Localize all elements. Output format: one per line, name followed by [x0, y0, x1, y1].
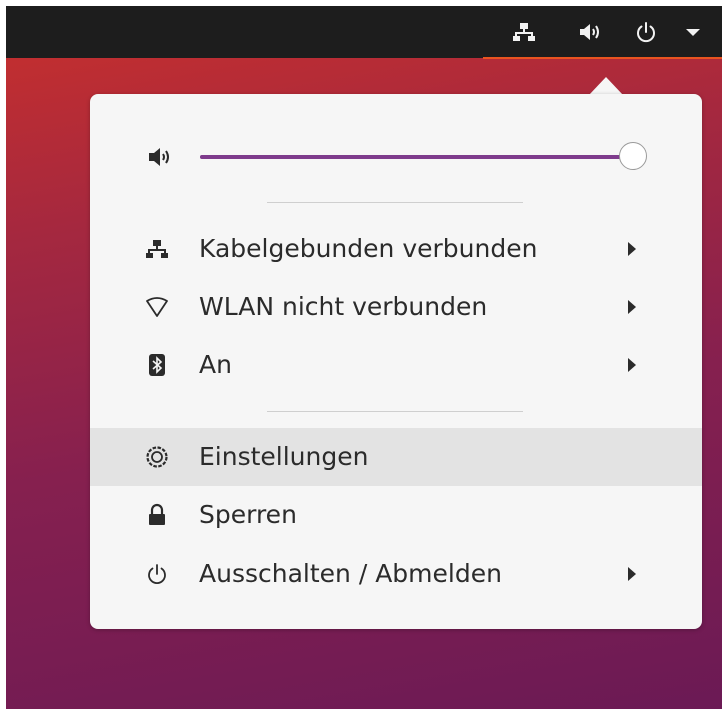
menu-item-power-off-logout[interactable]: Ausschalten / Abmelden [90, 545, 702, 603]
active-indicator [483, 57, 722, 59]
menu-item-wlan[interactable]: WLAN nicht verbunden [90, 278, 702, 336]
menu-item-label: Kabelgebunden verbunden [199, 234, 538, 263]
volume-slider-fill [200, 155, 630, 159]
power-icon [148, 564, 166, 585]
submenu-arrow-icon [628, 567, 636, 581]
volume-icon [149, 148, 169, 166]
desktop-background: Kabelgebunden verbunden WLAN nicht verbu… [6, 6, 722, 709]
system-menu: Kabelgebunden verbunden WLAN nicht verbu… [90, 94, 702, 629]
separator [267, 411, 523, 412]
menu-item-label: Sperren [199, 500, 297, 529]
volume-icon[interactable] [578, 20, 602, 44]
menu-item-bluetooth[interactable]: An [90, 336, 702, 394]
bluetooth-icon [149, 354, 165, 376]
lock-icon [149, 503, 165, 525]
power-icon[interactable] [634, 20, 658, 44]
dropdown-arrow-icon[interactable] [681, 20, 705, 44]
submenu-arrow-icon [628, 242, 636, 256]
network-wired-icon [146, 240, 168, 258]
menu-item-lock[interactable]: Sperren [90, 486, 702, 544]
submenu-arrow-icon [628, 300, 636, 314]
menu-item-label: Ausschalten / Abmelden [199, 559, 502, 588]
separator [267, 202, 523, 203]
volume-slider-handle[interactable] [619, 142, 647, 170]
menu-item-settings[interactable]: Einstellungen [90, 428, 702, 486]
menu-item-label: An [199, 350, 232, 379]
network-wired-icon[interactable] [512, 20, 536, 44]
menu-item-label: WLAN nicht verbunden [199, 292, 488, 321]
menu-pointer-arrow [589, 77, 623, 95]
top-bar [6, 6, 722, 59]
menu-item-wired-network[interactable]: Kabelgebunden verbunden [90, 220, 702, 278]
menu-item-label: Einstellungen [199, 442, 369, 471]
volume-row [90, 136, 702, 176]
wifi-icon [146, 297, 168, 317]
submenu-arrow-icon [628, 358, 636, 372]
volume-slider-track[interactable] [200, 155, 630, 159]
settings-icon [146, 446, 168, 468]
